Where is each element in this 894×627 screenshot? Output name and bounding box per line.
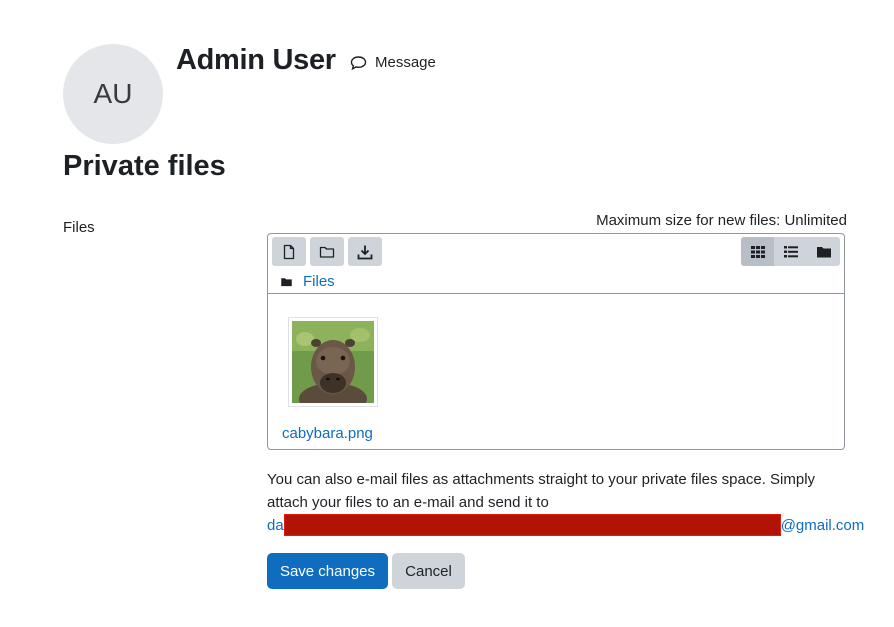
list-view-button[interactable] (774, 237, 807, 266)
file-name-link[interactable]: cabybara.png (282, 425, 373, 442)
email-prefix: da (267, 517, 284, 534)
save-changes-button[interactable]: Save changes (267, 553, 388, 589)
path-root-link[interactable]: Files (303, 273, 335, 290)
message-button[interactable]: Message (350, 54, 436, 71)
view-switcher (741, 237, 840, 266)
file-manager-toolbar (272, 237, 382, 266)
user-fullname: Admin User (176, 44, 336, 76)
file-thumbnail[interactable] (288, 317, 378, 407)
email-files-info: You can also e-mail files as attachments… (267, 471, 816, 511)
file-manager: Files cabybara.png (267, 233, 845, 450)
email-address-link[interactable]: da @gmail.com (267, 514, 864, 536)
icons-view-button[interactable] (741, 237, 774, 266)
user-avatar: AU (63, 44, 163, 144)
files-field-label: Files (63, 219, 95, 236)
avatar-initials: AU (93, 78, 133, 109)
speech-bubble-icon (350, 55, 367, 70)
file-path-breadcrumb: Files (280, 273, 335, 290)
email-suffix: @gmail.com (780, 517, 865, 534)
max-size-note: Maximum size for new files: Unlimited (596, 212, 847, 229)
tree-view-button[interactable] (807, 237, 840, 266)
page-title: Private files (63, 150, 226, 182)
add-file-button[interactable] (272, 237, 306, 266)
message-label: Message (375, 54, 436, 71)
list-icon (783, 245, 798, 257)
create-folder-button[interactable] (310, 237, 344, 266)
download-button[interactable] (348, 237, 382, 266)
download-icon (357, 245, 373, 259)
grid-icon (750, 245, 765, 258)
folder-icon (319, 246, 335, 258)
cancel-button[interactable]: Cancel (392, 553, 465, 589)
file-icon (283, 244, 295, 259)
file-manager-divider (268, 293, 844, 294)
redaction-bar (283, 514, 781, 536)
capybara-image (292, 321, 374, 403)
folder-solid-icon (816, 246, 831, 257)
folder-solid-icon (281, 277, 292, 286)
